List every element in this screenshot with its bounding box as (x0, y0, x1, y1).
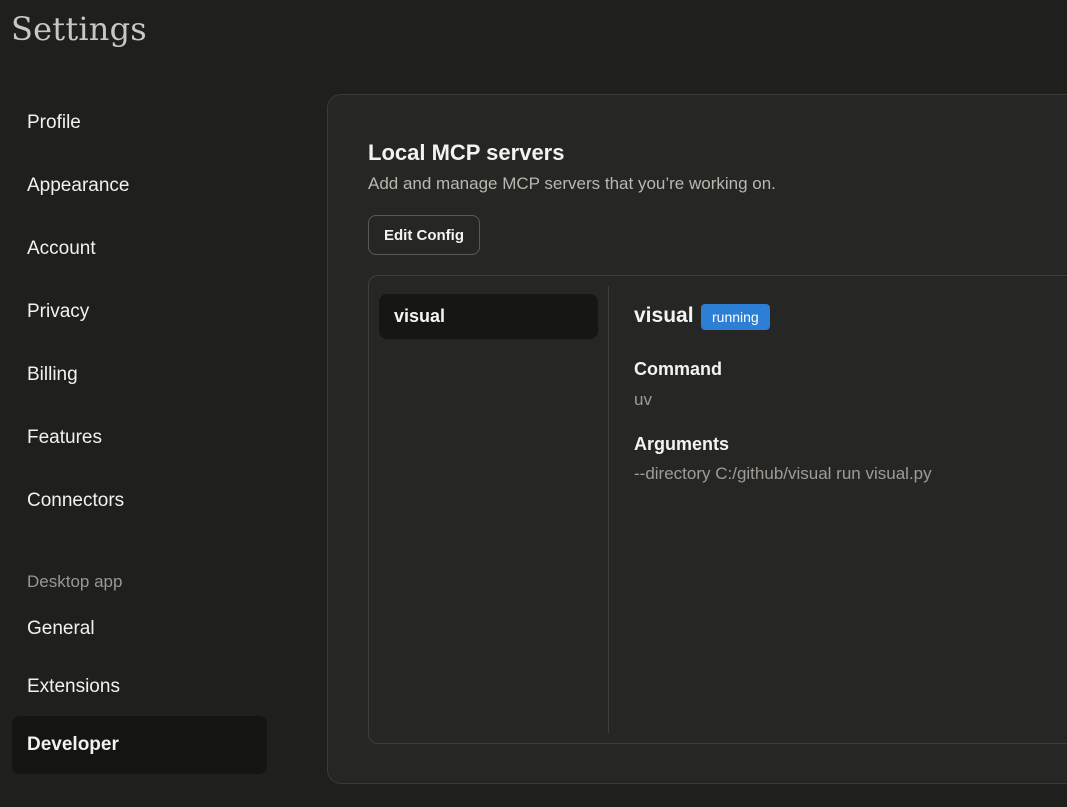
sidebar-item-extensions[interactable]: Extensions (12, 658, 267, 716)
server-list-item[interactable]: visual (379, 294, 598, 339)
sidebar-item-account[interactable]: Account (12, 220, 267, 278)
status-badge: running (701, 304, 770, 330)
arguments-value: --directory C:/github/visual run visual.… (634, 464, 932, 483)
sidebar-section-desktop-app: Desktop app (27, 572, 123, 591)
sidebar-item-privacy[interactable]: Privacy (12, 283, 267, 341)
command-label: Command (634, 359, 723, 379)
sidebar-item-features[interactable]: Features (12, 409, 267, 467)
sidebar-item-general[interactable]: General (12, 600, 267, 658)
sidebar-item-billing[interactable]: Billing (12, 346, 267, 404)
divider (608, 286, 609, 733)
sidebar-item-developer[interactable]: Developer (12, 716, 267, 774)
edit-config-button[interactable]: Edit Config (368, 215, 480, 255)
mcp-servers-box: visual visual running Command uv Argumen… (368, 275, 1067, 744)
section-subtitle: Add and manage MCP servers that you’re w… (368, 174, 776, 193)
settings-sidebar: Profile Appearance Account Privacy Billi… (12, 0, 267, 807)
sidebar-item-appearance[interactable]: Appearance (12, 157, 267, 215)
arguments-label: Arguments (634, 434, 730, 454)
server-name: visual (634, 304, 694, 327)
sidebar-item-profile[interactable]: Profile (12, 94, 267, 152)
section-title: Local MCP servers (368, 140, 565, 165)
command-value: uv (634, 390, 652, 409)
sidebar-item-connectors[interactable]: Connectors (12, 472, 267, 530)
developer-panel: Local MCP servers Add and manage MCP ser… (327, 94, 1067, 784)
